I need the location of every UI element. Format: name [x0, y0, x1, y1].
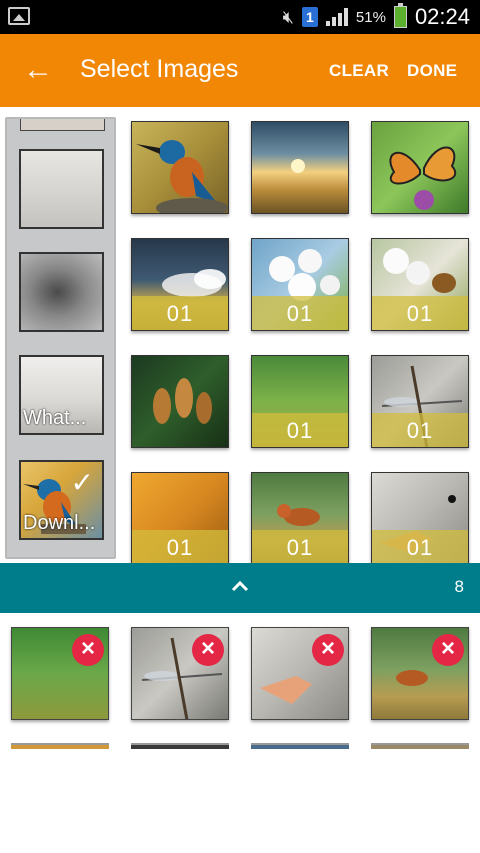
selected-image[interactable]: × — [131, 627, 229, 720]
selected-tray: × × × × — [0, 613, 480, 853]
grid-image[interactable]: 01 — [371, 355, 469, 448]
clock-time: 02:24 — [414, 4, 470, 29]
grid-image[interactable] — [131, 355, 229, 448]
close-icon: × — [80, 635, 95, 662]
close-icon: × — [200, 635, 215, 662]
grid-image[interactable] — [131, 121, 229, 214]
remove-button[interactable]: × — [432, 634, 464, 666]
done-button[interactable]: DONE — [407, 61, 457, 81]
chevron-up-icon[interactable] — [225, 571, 255, 601]
album-label: Downl... — [23, 512, 96, 534]
battery-icon — [393, 3, 407, 28]
selection-bar[interactable]: 8 — [0, 563, 480, 613]
remove-button[interactable]: × — [312, 634, 344, 666]
battery-percent: 51% — [355, 8, 386, 26]
selected-count: 8 — [454, 577, 464, 596]
grid-image[interactable]: 01 — [371, 238, 469, 331]
remove-button[interactable]: × — [192, 634, 224, 666]
selected-image[interactable]: × — [251, 627, 349, 720]
grid-image[interactable]: 01 — [251, 238, 349, 331]
image-picker-content: What... ✓ Downl... 01 01 01 01 01 01 01 … — [0, 107, 480, 563]
grid-image[interactable]: 01 — [371, 472, 469, 563]
close-icon: × — [440, 635, 455, 662]
app-bar: ← Select Images CLEAR DONE — [0, 34, 480, 107]
gallery-icon — [8, 7, 30, 25]
selection-count: 01 — [372, 530, 468, 563]
selection-count: 01 — [252, 413, 348, 447]
arrow-left-icon: ← — [23, 53, 53, 86]
album-label: What... — [23, 407, 87, 429]
butterfly-image — [389, 146, 456, 210]
album-thumb-download[interactable]: ✓ Downl... — [19, 460, 104, 540]
pine-cones-image — [153, 378, 212, 424]
signal-icon — [325, 8, 348, 26]
page-title: Select Images — [80, 55, 239, 83]
album-thumb[interactable] — [19, 252, 104, 332]
close-icon: × — [320, 635, 335, 662]
album-panel[interactable]: What... ✓ Downl... — [5, 117, 116, 559]
selection-count: 01 — [372, 296, 468, 330]
check-icon: ✓ — [70, 467, 94, 498]
album-thumb-partial[interactable] — [20, 119, 105, 131]
kingfisher-image — [136, 140, 228, 213]
grid-image[interactable] — [371, 121, 469, 214]
back-button[interactable]: ← — [20, 52, 56, 88]
selected-image-partial[interactable] — [251, 743, 349, 749]
selected-image[interactable]: × — [11, 627, 109, 720]
sunrise-image — [291, 159, 305, 173]
selection-count: 01 — [372, 413, 468, 447]
album-thumb[interactable] — [19, 149, 104, 229]
selected-image-partial[interactable] — [11, 743, 109, 749]
selected-image-partial[interactable] — [131, 743, 229, 749]
selection-count: 01 — [252, 296, 348, 330]
grid-image[interactable]: 01 — [131, 238, 229, 331]
grid-image[interactable]: 01 — [131, 472, 229, 563]
grid-image[interactable]: 01 — [251, 472, 349, 563]
selection-count: 01 — [132, 296, 228, 330]
remove-button[interactable]: × — [72, 634, 104, 666]
grid-image[interactable]: 01 — [251, 355, 349, 448]
selected-image-partial[interactable] — [371, 743, 469, 749]
mute-icon: 🔇︎ — [282, 6, 294, 27]
selected-image[interactable]: × — [371, 627, 469, 720]
clear-button[interactable]: CLEAR — [329, 61, 389, 81]
selection-count: 01 — [252, 530, 348, 563]
notification-badge: 1 — [301, 7, 318, 27]
album-thumb-whatsapp[interactable]: What... — [19, 355, 104, 435]
selection-count: 01 — [132, 530, 228, 563]
status-bar: 🔇︎ 1 51% 02:24 — [0, 0, 480, 34]
grid-image[interactable] — [251, 121, 349, 214]
